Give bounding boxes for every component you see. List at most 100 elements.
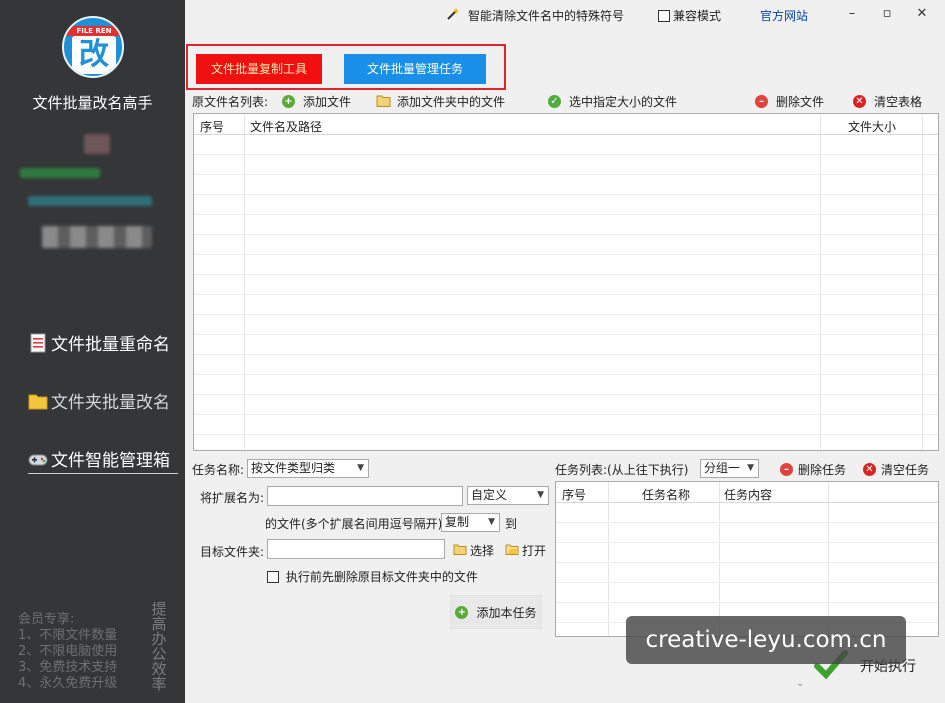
action-select[interactable]: 复制 ▼ <box>441 513 500 532</box>
select-by-size-label: 选中指定大小的文件 <box>569 95 678 109</box>
task-name-label: 任务名称: <box>192 463 245 477</box>
vip-line: 2、不限电脑使用 <box>18 644 118 659</box>
watermark: creative-leyu.com.cn <box>626 616 906 664</box>
choose-label: 选择 <box>470 544 495 558</box>
sidebar: FILE REN 改 文件批量改名高手 文件批量重命名 文件夹批量改名 文件智能… <box>0 0 185 703</box>
clear-task-button[interactable]: ✕ 清空任务 <box>863 461 929 478</box>
task-table[interactable]: 序号 任务名称 任务内容 <box>555 481 939 637</box>
action-value: 复制 <box>445 515 470 529</box>
minus-icon: – <box>755 95 768 108</box>
add-folder-files-button[interactable]: 添加文件夹中的文件 <box>376 93 505 110</box>
folder-icon <box>453 543 467 558</box>
slogan: 提高办公效率 <box>151 600 167 693</box>
app-title: 文件批量改名高手 <box>32 94 153 112</box>
nav-folder-rename[interactable]: 文件夹批量改名 <box>28 388 170 413</box>
nav-smart-manager[interactable]: 文件智能管理箱 <box>28 446 178 474</box>
compat-mode-checkbox[interactable]: 兼容模式 <box>658 7 721 24</box>
chevron-down-icon: ▼ <box>488 517 495 527</box>
nav-label: 文件批量重命名 <box>51 335 170 355</box>
delete-before-label: 执行前先删除原目标文件夹中的文件 <box>285 570 478 584</box>
file-list-label-text: 原文件名列表: <box>192 95 269 109</box>
delete-task-button[interactable]: – 删除任务 <box>780 461 846 478</box>
nav-batch-rename[interactable]: 文件批量重命名 <box>28 330 170 355</box>
tab-batch-task[interactable]: 文件批量管理任务 <box>344 54 486 84</box>
clear-special-chars-label: 智能清除文件名中的特殊符号 <box>468 9 625 23</box>
column-header-index[interactable]: 序号 <box>200 118 224 135</box>
group-value: 分组一 <box>704 461 741 475</box>
task-name-value: 按文件类型归类 <box>251 461 336 475</box>
task-name-select[interactable]: 按文件类型归类 ▼ <box>247 459 369 478</box>
ext-hint: 的文件(多个扩展名间用逗号隔开) <box>265 517 443 531</box>
vip-benefits: 会员专享: 1、不限文件数量 2、不限电脑使用 3、免费技术支持 4、永久免费升… <box>18 612 117 692</box>
official-site-label: 官方网站 <box>760 9 809 23</box>
plus-icon: + <box>455 605 469 619</box>
delete-before-checkbox[interactable]: 执行前先删除原目标文件夹中的文件 <box>267 568 478 585</box>
folder-add-icon <box>376 94 391 110</box>
minus-icon: – <box>780 463 793 476</box>
clear-special-chars-button[interactable]: 智能清除文件名中的特殊符号 <box>446 7 624 24</box>
column-header-task-content[interactable]: 任务内容 <box>724 486 772 503</box>
clear-table-label: 清空表格 <box>874 95 923 109</box>
group-select[interactable]: 分组一 ▼ <box>700 459 759 478</box>
chevron-down-icon: ▼ <box>537 490 544 500</box>
to-text: 到 <box>505 517 518 531</box>
column-header-size[interactable]: 文件大小 <box>848 118 896 135</box>
chevron-down-icon: ▼ <box>747 463 754 473</box>
ext-type-value: 自定义 <box>471 488 508 502</box>
account-level-blurred <box>42 226 152 248</box>
checkbox-box <box>267 571 279 583</box>
account-name-blurred <box>20 168 100 178</box>
task-list-label-text: 任务列表: <box>555 463 608 477</box>
scroll-down-icon[interactable]: ⌄ <box>796 678 804 689</box>
clear-icon: ✕ <box>853 95 866 108</box>
ext-type-select[interactable]: 自定义 ▼ <box>467 486 549 505</box>
checkbox-box <box>658 9 670 22</box>
add-file-button[interactable]: + 添加文件 <box>282 93 351 110</box>
add-task-button[interactable]: + 添加本任务 <box>450 595 542 629</box>
vip-title: 会员专享: <box>18 612 75 627</box>
ext-label: 将扩展名为: <box>200 491 265 505</box>
plus-icon: + <box>282 95 295 108</box>
tab-batch-copy[interactable]: 文件批量复制工具 <box>196 54 322 84</box>
close-icon[interactable]: ✕ <box>912 6 932 24</box>
open-label: 打开 <box>522 544 547 558</box>
column-header-task-name[interactable]: 任务名称 <box>642 486 690 503</box>
chevron-down-icon: ▼ <box>357 463 364 473</box>
maximize-icon[interactable]: ▫ <box>877 6 897 24</box>
clear-table-button[interactable]: ✕ 清空表格 <box>853 93 922 110</box>
add-task-label: 添加本任务 <box>476 605 537 620</box>
delete-task-label: 删除任务 <box>798 463 847 477</box>
nav-label: 文件智能管理箱 <box>51 451 170 471</box>
account-avatar-blurred <box>84 134 110 154</box>
task-list-order-text: (从上往下执行) <box>607 463 689 477</box>
choose-folder-button[interactable]: 选择 <box>453 542 494 559</box>
logo-ribbon: FILE REN <box>66 26 122 36</box>
app-logo: FILE REN 改 <box>62 16 124 78</box>
task-list-label: 任务列表:(从上往下执行) <box>555 461 688 478</box>
clear-icon: ✕ <box>863 463 876 476</box>
column-header-path[interactable]: 文件名及路径 <box>250 118 322 135</box>
file-list-label: 原文件名列表: <box>192 93 268 110</box>
target-folder-label: 目标文件夹: <box>200 545 265 559</box>
delete-file-button[interactable]: – 删除文件 <box>755 93 824 110</box>
clear-task-label: 清空任务 <box>881 463 930 477</box>
ext-input[interactable] <box>267 486 463 506</box>
nav-label: 文件夹批量改名 <box>51 393 170 413</box>
logo-char: 改 <box>72 36 116 74</box>
column-header-index[interactable]: 序号 <box>562 486 586 503</box>
gamepad-icon <box>28 449 48 469</box>
open-folder-button[interactable]: 打开 <box>505 542 546 559</box>
vip-line: 4、永久免费升级 <box>18 676 118 691</box>
account-id-blurred <box>28 196 152 206</box>
magic-wand-icon <box>446 7 462 24</box>
document-icon <box>28 333 48 353</box>
vip-line: 1、不限文件数量 <box>18 628 118 643</box>
vip-line: 3、免费技术支持 <box>18 660 118 675</box>
file-table[interactable]: 序号 文件名及路径 文件大小 <box>193 113 939 451</box>
target-folder-input[interactable] <box>267 539 445 559</box>
official-site-link[interactable]: 官方网站 <box>760 7 808 24</box>
select-by-size-button[interactable]: ✓ 选中指定大小的文件 <box>548 93 677 110</box>
tab-highlight-frame: 文件批量复制工具 文件批量管理任务 <box>186 44 506 90</box>
compat-mode-label: 兼容模式 <box>673 9 722 23</box>
minimize-icon[interactable]: – <box>842 6 862 24</box>
